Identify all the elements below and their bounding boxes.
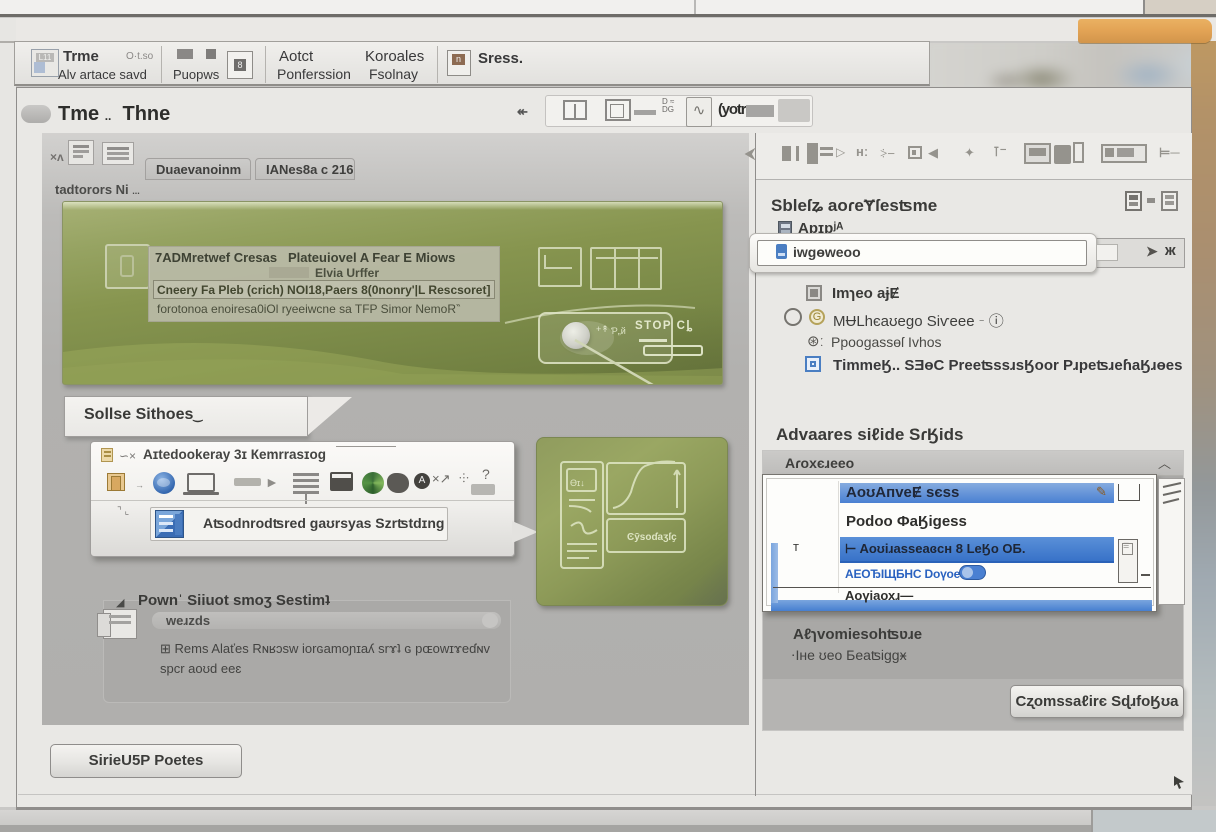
svg-text:Ɵɪ↓: Ɵɪ↓ [570,478,585,488]
svg-text:Ͼȳѕоɗаʒſҫ: Ͼȳѕоɗаʒſҫ [627,532,677,543]
